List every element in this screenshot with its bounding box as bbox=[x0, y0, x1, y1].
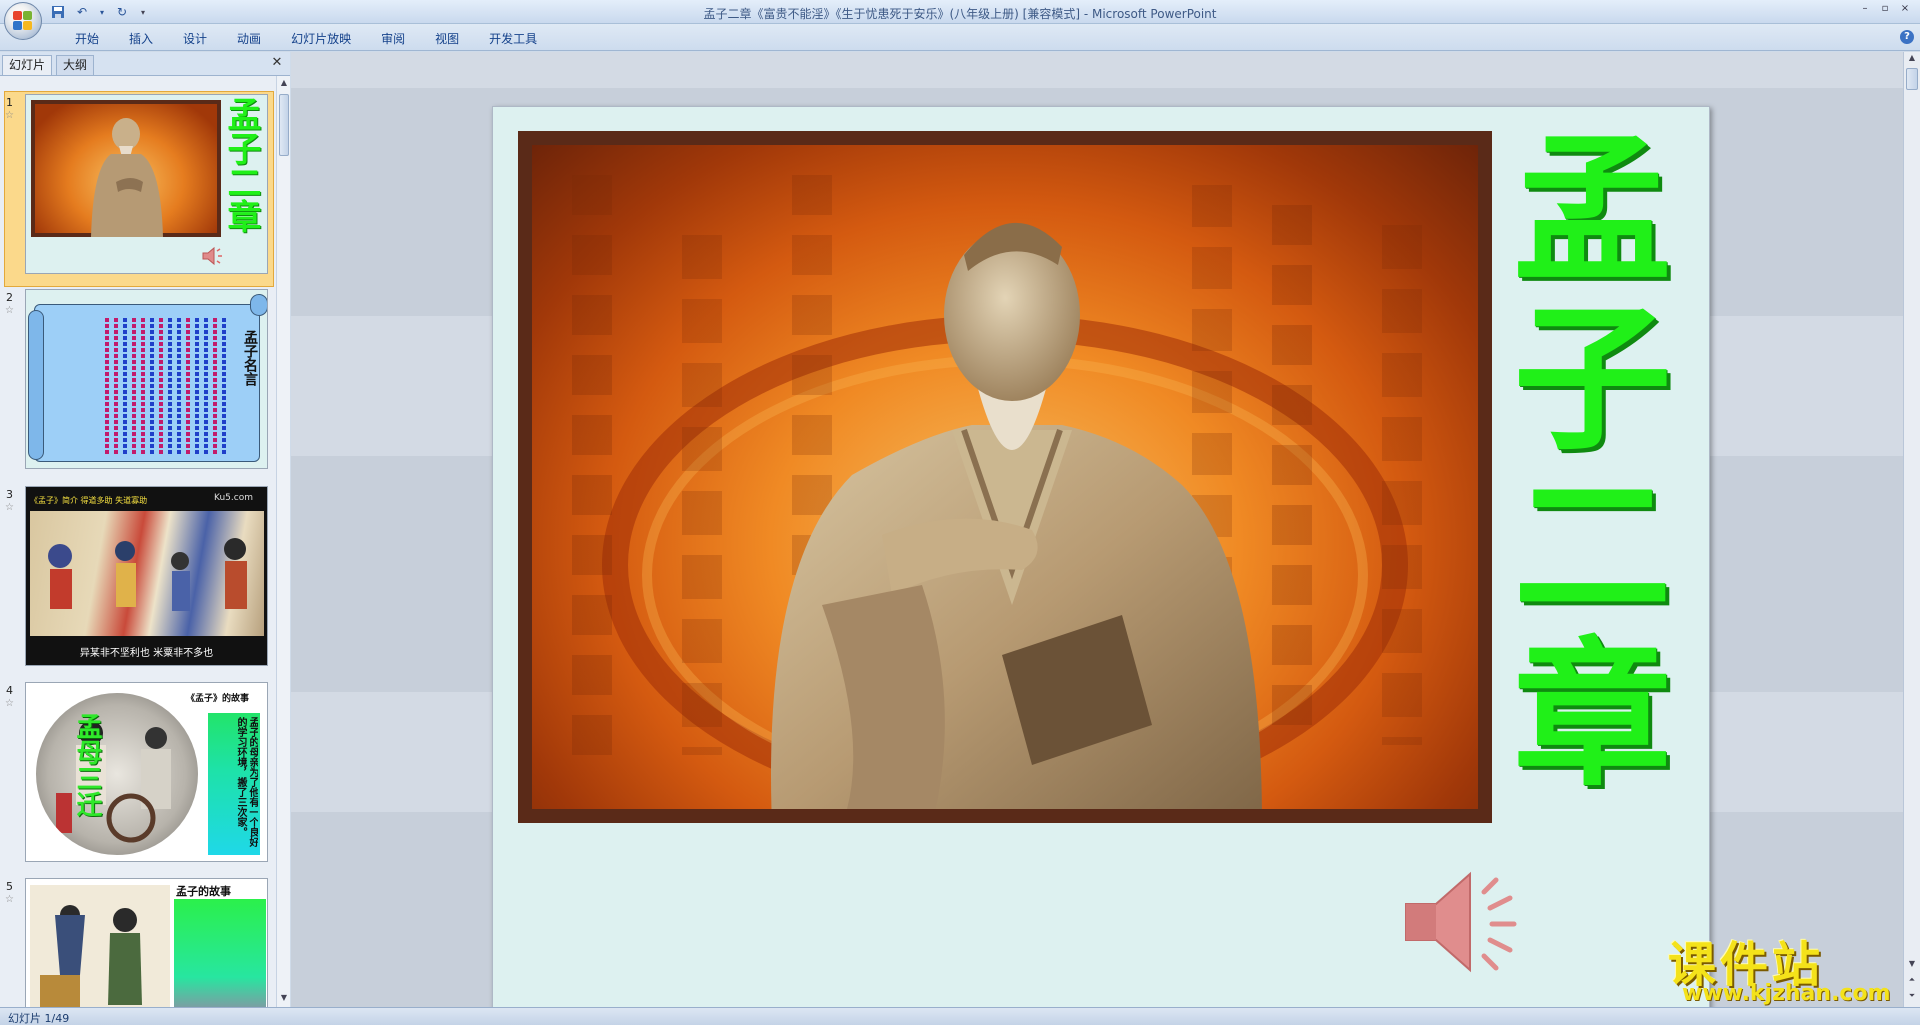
scroll-down-icon[interactable]: ▼ bbox=[1906, 959, 1918, 973]
thumbnail-heading: 《孟子》的故事 bbox=[186, 694, 250, 704]
thumbnail-heading: 孟子的故事 bbox=[176, 885, 231, 898]
slide-editing-area: 孟子二章 bbox=[291, 52, 1903, 1021]
thumbnail-number: 4 bbox=[6, 684, 13, 697]
scroll-up-icon[interactable]: ▲ bbox=[1906, 53, 1918, 67]
maximize-icon[interactable]: ▫ bbox=[1876, 2, 1894, 16]
slides-pane: 幻灯片 大纲 ✕ 1 ☆ 孟子二章 2 ☆ 孟子名言 3 ☆ 《孟子》简介 得道… bbox=[0, 52, 290, 1007]
office-logo-icon bbox=[13, 11, 33, 31]
tab-view[interactable]: 视图 bbox=[420, 30, 474, 48]
watermark-url: www.kjzhan.com bbox=[1682, 981, 1891, 1006]
scroll-thumb[interactable] bbox=[279, 94, 289, 156]
site-logo: Ku5.com bbox=[214, 493, 253, 503]
next-slide-icon[interactable]: ⏷ bbox=[1906, 991, 1918, 1005]
close-pane-icon[interactable]: ✕ bbox=[270, 56, 284, 70]
text-band bbox=[174, 899, 266, 1007]
transition-star-icon: ☆ bbox=[5, 110, 14, 121]
tab-animations[interactable]: 动画 bbox=[222, 30, 276, 48]
scroll-up-icon[interactable]: ▲ bbox=[278, 78, 290, 90]
thumbnail-banner: 《孟子》简介 得道多助 失道寡助 bbox=[30, 496, 148, 505]
transition-star-icon: ☆ bbox=[5, 894, 14, 905]
slide-thumbnail-1[interactable]: 孟子二章 bbox=[25, 94, 268, 274]
sound-icon bbox=[202, 246, 222, 266]
slide-counter: 幻灯片 1/49 bbox=[8, 1012, 70, 1025]
site-watermark: 课件站 www.kjzhan.com bbox=[1668, 925, 1898, 1007]
battle-illustration bbox=[30, 511, 264, 636]
window-title: 孟子二章《富贵不能淫》《生于忧患死于安乐》(八年级上册) [兼容模式] - Mi… bbox=[0, 5, 1920, 22]
current-slide[interactable]: 孟子二章 bbox=[492, 106, 1710, 1021]
tab-review[interactable]: 审阅 bbox=[366, 30, 420, 48]
close-icon[interactable]: × bbox=[1896, 2, 1914, 16]
previous-slide-icon[interactable]: ⏶ bbox=[1906, 975, 1918, 989]
story-illustration bbox=[30, 885, 170, 1007]
help-icon[interactable]: ? bbox=[1900, 30, 1914, 44]
window-controls: – ▫ × bbox=[1856, 2, 1914, 16]
tab-insert[interactable]: 插入 bbox=[114, 30, 168, 48]
slide-title[interactable]: 孟子二章 bbox=[1486, 127, 1693, 827]
transition-star-icon: ☆ bbox=[5, 502, 14, 513]
round-illustration bbox=[36, 693, 198, 855]
tab-outline[interactable]: 大纲 bbox=[56, 55, 95, 75]
transition-star-icon: ☆ bbox=[5, 305, 14, 316]
statue-figure-icon bbox=[91, 118, 163, 237]
tab-developer[interactable]: 开发工具 bbox=[474, 30, 552, 48]
app-name: - Microsoft PowerPoint bbox=[1080, 7, 1217, 21]
thumbnail-number: 2 bbox=[6, 291, 13, 304]
thumbnail-caption: 异某非不坚利也 米粟非不多也 bbox=[79, 648, 214, 659]
ribbon-tabs: 开始 插入 设计 动画 幻灯片放映 审阅 视图 开发工具 bbox=[60, 30, 552, 48]
thumbnail-side-title: 孟母三迁 bbox=[72, 713, 102, 817]
slide-thumbnail-3[interactable]: 《孟子》简介 得道多助 失道寡助 Ku5.com 异某非不坚利也 米粟非不多也 bbox=[25, 486, 268, 666]
sound-icon[interactable] bbox=[1398, 862, 1528, 982]
document-title: 孟子二章《富贵不能淫》《生于忧患死于安乐》(八年级上册) [兼容模式] bbox=[703, 7, 1081, 21]
scroll-thumb[interactable] bbox=[1906, 68, 1918, 90]
ribbon-tab-bar: 开始 插入 设计 动画 幻灯片放映 审阅 视图 开发工具 ? bbox=[0, 24, 1920, 51]
minimize-icon[interactable]: – bbox=[1856, 2, 1874, 16]
thumbnail-title: 孟子二章 bbox=[221, 97, 261, 233]
thumbnail-number: 1 bbox=[6, 96, 13, 109]
statue-figure-icon bbox=[771, 222, 1262, 809]
mencius-statue-picture[interactable] bbox=[518, 131, 1492, 823]
slide-thumbnail-5[interactable]: 孟子的故事 bbox=[25, 878, 268, 1007]
status-bar: 幻灯片 1/49 bbox=[0, 1007, 1920, 1025]
tab-design[interactable]: 设计 bbox=[168, 30, 222, 48]
slide-thumbnail-2[interactable]: 孟子名言 bbox=[25, 289, 268, 469]
scroll-down-icon[interactable]: ▼ bbox=[278, 993, 290, 1005]
title-bar: ↶ ▾ ↻ ▾ 孟子二章《富贵不能淫》《生于忧患死于安乐》(八年级上册) [兼容… bbox=[0, 0, 1920, 40]
thumbnail-text: 孟子的母亲为了他有一个良好的学习环境，搬了三次家。 bbox=[235, 717, 258, 847]
office-button[interactable] bbox=[4, 2, 42, 40]
slide-thumbnail-4[interactable]: 孟母三迁 《孟子》的故事 孟子的母亲为了他有一个良好的学习环境，搬了三次家。 bbox=[25, 682, 268, 862]
transition-star-icon: ☆ bbox=[5, 698, 14, 709]
tab-slideshow[interactable]: 幻灯片放映 bbox=[276, 30, 366, 48]
tab-slides[interactable]: 幻灯片 bbox=[2, 55, 53, 75]
tab-home[interactable]: 开始 bbox=[60, 30, 114, 48]
thumbnail-photo bbox=[31, 100, 221, 237]
quote-columns bbox=[66, 318, 226, 454]
picture-content bbox=[532, 145, 1478, 809]
thumbnail-number: 3 bbox=[6, 488, 13, 501]
pane-tabs: 幻灯片 大纲 ✕ bbox=[0, 52, 290, 76]
thumbnail-number: 5 bbox=[6, 880, 13, 893]
thumbnail-title: 孟子名言 bbox=[242, 330, 258, 386]
thumbnail-scrollbar[interactable]: ▲ ▼ bbox=[276, 76, 290, 1007]
slide-scrollbar[interactable]: ▲ ▼ ⏶ ⏷ bbox=[1903, 52, 1920, 1007]
thumbnail-list: 1 ☆ 孟子二章 2 ☆ 孟子名言 3 ☆ 《孟子》简介 得道多助 失道寡助 K… bbox=[0, 76, 276, 1007]
